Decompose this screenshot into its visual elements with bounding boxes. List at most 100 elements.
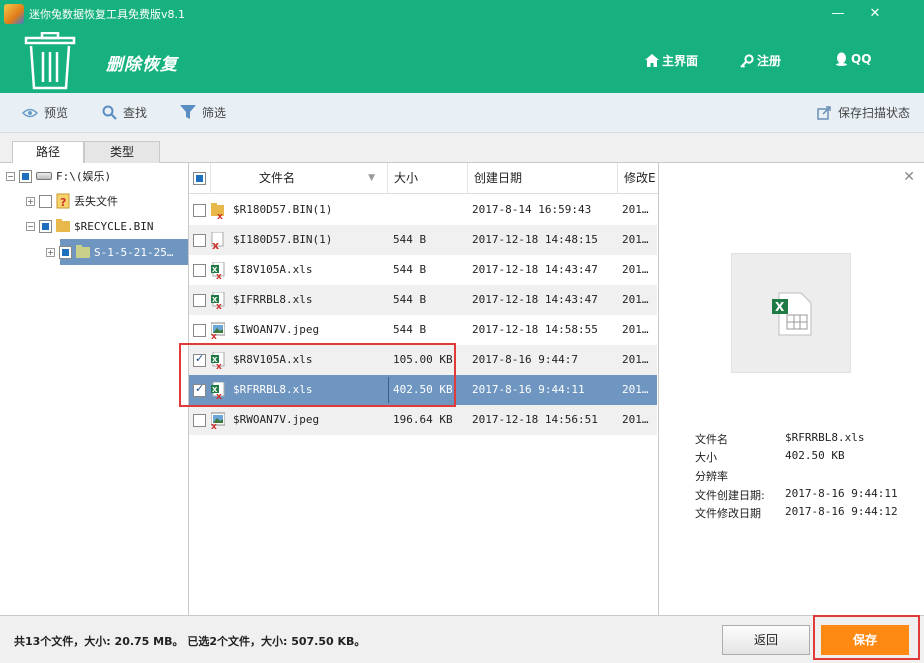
file-modified: 201… xyxy=(622,413,649,426)
file-size: 544 B xyxy=(393,233,427,246)
search-icon xyxy=(102,105,117,120)
svg-text:x: x xyxy=(212,239,219,249)
tree-node-sid-folder[interactable]: + S-1-5-21-25… xyxy=(46,242,173,262)
preview-thumbnail: X xyxy=(731,253,851,373)
tree-checkbox[interactable] xyxy=(59,245,72,259)
tree-checkbox[interactable] xyxy=(39,219,52,233)
file-created: 2017-12-18 14:56:51 xyxy=(472,413,598,426)
expand-icon[interactable]: + xyxy=(46,247,55,257)
select-all-checkbox[interactable] xyxy=(193,172,206,185)
column-name-label: 文件名 xyxy=(259,171,296,185)
toolbar: 预览 查找 筛选 保存扫描状态 xyxy=(0,93,924,133)
row-checkbox[interactable] xyxy=(193,264,206,277)
file-row[interactable]: x $I180D57.BIN(1) 544 B 2017-12-18 14:48:15… xyxy=(189,225,657,255)
tree-checkbox[interactable] xyxy=(39,194,52,208)
file-created: 2017-12-18 14:43:47 xyxy=(472,263,598,276)
row-checkbox[interactable] xyxy=(193,324,206,337)
filter-button[interactable]: 筛选 xyxy=(180,104,226,121)
expand-icon[interactable]: + xyxy=(26,196,35,206)
lost-file-icon: ? xyxy=(56,193,70,209)
preview-label: 预览 xyxy=(44,106,69,120)
title-bar: 迷你兔数据恢复工具免费版v8.1 — ✕ xyxy=(0,0,924,28)
file-row[interactable]: Xx $I8V105A.xls 544 B 2017-12-18 14:43:47 20… xyxy=(189,255,657,285)
tree-node-root[interactable]: − F:\(娱乐) xyxy=(6,166,111,186)
file-name: $I180D57.BIN(1) xyxy=(233,233,333,246)
module-title: 删除恢复 xyxy=(106,55,178,75)
back-button[interactable]: 返回 xyxy=(722,625,810,655)
svg-text:x: x xyxy=(216,302,222,309)
file-row[interactable]: Xx $RFRRBL8.xls 402.50 KB 2017-8-16 9:44:11… xyxy=(189,375,657,405)
file-list-header: 文件名 ▼ 大小 创建日期 修改E xyxy=(189,163,658,194)
collapse-icon[interactable]: − xyxy=(26,221,35,231)
file-row[interactable]: x $R180D57.BIN(1) 2017-8-14 16:59:43 201… xyxy=(189,195,657,225)
column-header-modified[interactable]: 修改E xyxy=(618,163,658,194)
preview-button[interactable]: 预览 xyxy=(22,104,68,121)
file-row[interactable]: x $RWOAN7V.jpeg 196.64 KB 2017-12-18 14:56:… xyxy=(189,405,657,435)
svg-text:x: x xyxy=(211,422,217,429)
svg-text:x: x xyxy=(217,212,223,219)
column-header-name[interactable]: 文件名 ▼ xyxy=(211,163,388,194)
selection-summary: 共13个文件，大小: 20.75 MB。 已选2个文件，大小: 507.50 K… xyxy=(14,635,366,648)
file-name: $RWOAN7V.jpeg xyxy=(233,413,320,426)
file-row[interactable]: Xx $R8V105A.xls 105.00 KB 2017-8-16 9:44:7 2… xyxy=(189,345,657,375)
column-separator xyxy=(388,377,389,403)
file-modified: 201… xyxy=(622,323,649,336)
tree-node-recycle-bin[interactable]: − $RECYCLE.BIN xyxy=(26,216,153,236)
close-window-button[interactable]: ✕ xyxy=(863,4,887,24)
filter-label: 筛选 xyxy=(202,106,227,120)
file-list: 文件名 ▼ 大小 创建日期 修改E x $R180D57.BIN(1) 2017-8… xyxy=(189,163,659,615)
file-deleted-icon: x xyxy=(211,231,225,252)
qq-link[interactable]: QQ xyxy=(835,52,871,66)
tab-path[interactable]: 路径 xyxy=(12,141,84,164)
file-size: 544 B xyxy=(393,263,427,276)
file-modified: 201… xyxy=(622,383,649,396)
tree-node-lost-files[interactable]: + ? 丢失文件 xyxy=(26,191,118,211)
close-preview-icon[interactable]: ✕ xyxy=(903,169,915,185)
file-name: $IWOAN7V.jpeg xyxy=(233,323,320,336)
info-label-created: 文件创建日期: xyxy=(695,489,765,502)
file-modified: 201… xyxy=(622,293,649,306)
row-checkbox[interactable] xyxy=(193,414,206,427)
row-checkbox[interactable] xyxy=(193,382,206,397)
row-checkbox[interactable] xyxy=(193,352,206,367)
home-link-label: 主界面 xyxy=(662,54,699,68)
row-checkbox[interactable] xyxy=(193,294,206,307)
app-logo-icon xyxy=(4,4,24,24)
file-name: $RFRRBL8.xls xyxy=(233,383,313,396)
find-button[interactable]: 查找 xyxy=(102,104,147,121)
file-modified: 201… xyxy=(622,263,649,276)
minimize-button[interactable]: — xyxy=(826,4,850,24)
register-link[interactable]: 注册 xyxy=(740,52,781,69)
row-checkbox[interactable] xyxy=(193,234,206,247)
excel-deleted-icon: Xx xyxy=(211,261,225,282)
column-header-size[interactable]: 大小 xyxy=(388,163,468,194)
file-size xyxy=(393,195,468,225)
file-created: 2017-12-18 14:58:55 xyxy=(472,323,598,336)
collapse-icon[interactable]: − xyxy=(6,171,15,181)
tree-checkbox[interactable] xyxy=(19,169,32,183)
file-size: 544 B xyxy=(393,323,427,336)
file-row[interactable]: x $IWOAN7V.jpeg 544 B 2017-12-18 14:58:55 20… xyxy=(189,315,657,345)
info-value-size: 402.50 KB xyxy=(785,449,845,462)
file-created: 2017-8-16 9:44:7 xyxy=(472,353,578,366)
svg-text:X: X xyxy=(775,300,785,314)
info-label-resolution: 分辨率 xyxy=(695,470,728,483)
folder-deleted-icon: x xyxy=(211,202,225,222)
trash-icon xyxy=(24,32,76,90)
file-row[interactable]: Xx $IFRRBL8.xls 544 B 2017-12-18 14:43:47 20… xyxy=(189,285,657,315)
save-scan-state-button[interactable]: 保存扫描状态 xyxy=(817,104,910,121)
home-link[interactable]: 主界面 xyxy=(645,52,698,69)
column-header-created[interactable]: 创建日期 xyxy=(468,163,618,194)
qq-icon xyxy=(836,52,847,66)
file-modified: 201… xyxy=(622,353,649,366)
image-deleted-icon: x xyxy=(210,322,226,342)
eye-icon xyxy=(22,108,38,117)
tab-type[interactable]: 类型 xyxy=(84,141,160,163)
folder-tree: − F:\(娱乐) + ? 丢失文件 − $RECYCLE.BIN + S-1-… xyxy=(0,163,189,615)
save-button[interactable]: 保存 xyxy=(821,625,909,655)
preview-panel: ✕ X 文件名 $RFRRBL8.xls 大小 402.50 KB 分辨率 文件… xyxy=(659,163,924,615)
file-size: 196.64 KB xyxy=(393,413,453,426)
row-checkbox[interactable] xyxy=(193,204,206,217)
info-label-modified: 文件修改日期 xyxy=(695,507,761,520)
info-value-modified: 2017-8-16 9:44:12 xyxy=(785,505,898,518)
